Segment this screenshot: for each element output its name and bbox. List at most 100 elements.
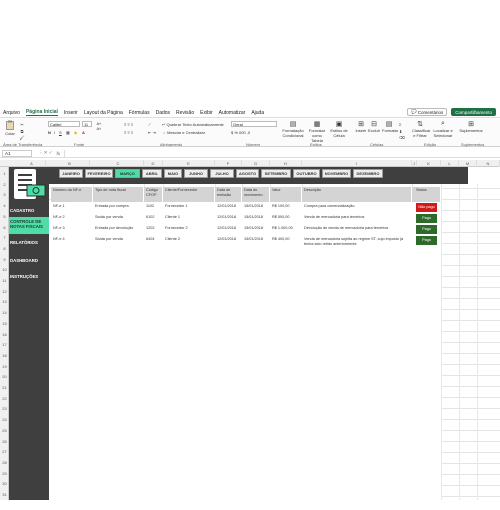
table-cell[interactable]: 1102 — [144, 203, 163, 214]
table-cell[interactable]: Devolução de venda de mercadoria para te… — [302, 225, 412, 236]
status-badge[interactable]: Pago — [416, 236, 437, 245]
tab-revisao[interactable]: Revisão — [176, 110, 194, 116]
table-cell[interactable]: NF-e 4 — [51, 236, 93, 250]
table-cell[interactable]: Entrada por compra — [93, 203, 144, 214]
sidebar-item-controle-notas[interactable]: CONTROLE DE NOTAS FISCAIS — [9, 217, 49, 234]
tab-automatizar[interactable]: Automatizar — [219, 110, 246, 116]
currency-percent-icons[interactable]: $ % 000 ,0 — [231, 130, 250, 135]
format-cells-button[interactable]: ▤ Formatar — [382, 120, 398, 133]
table-cell[interactable]: Venda de mercadoria sujeita ao regime ST… — [302, 236, 412, 250]
status-badge[interactable]: Pago — [416, 214, 437, 223]
table-cell[interactable]: Entrada por devolução — [93, 225, 144, 236]
column-header[interactable]: L — [441, 160, 459, 167]
clear-icon[interactable]: ⌫ — [399, 135, 405, 140]
row-header[interactable]: 1 — [0, 171, 9, 176]
row-header[interactable]: 29 — [0, 471, 9, 476]
status-badge[interactable]: Não pago — [416, 203, 437, 212]
tab-dados[interactable]: Dados — [156, 110, 170, 116]
row-header[interactable]: 20 — [0, 374, 9, 379]
row-header[interactable]: 8 — [0, 246, 9, 251]
sidebar-item-instrucoes[interactable]: INSTRUÇÕES — [9, 272, 49, 281]
tab-pagina-inicial[interactable]: Página Inicial — [25, 109, 58, 116]
tab-ajuda[interactable]: Ajuda — [251, 110, 264, 116]
row-header[interactable]: 10 — [0, 267, 9, 272]
font-size-select[interactable]: 11 — [82, 121, 92, 127]
delete-cells-button[interactable]: ⊟ Excluir — [368, 120, 380, 133]
row-header[interactable]: 2 — [0, 182, 9, 187]
month-tab-agosto[interactable]: AGOSTO — [236, 169, 259, 178]
row-header[interactable]: 22 — [0, 396, 9, 401]
table-cell[interactable]: 12/01/2018 — [215, 225, 242, 236]
table-cell[interactable]: Fornecedor 1 — [163, 203, 215, 214]
row-header[interactable]: 19 — [0, 364, 9, 369]
copy-icon[interactable]: ⧉ — [19, 129, 25, 134]
paste-button[interactable]: Colar — [3, 120, 17, 136]
row-header[interactable]: 5 — [0, 214, 9, 219]
table-cell[interactable]: R$ 1.000,00 — [270, 225, 302, 236]
row-header[interactable]: 27 — [0, 449, 9, 454]
format-table-button[interactable]: ▦ Formatar como Tabela — [306, 120, 328, 143]
row-header[interactable]: 7 — [0, 235, 9, 240]
table-cell[interactable]: Cliente 1 — [163, 214, 215, 225]
row-header[interactable]: 6 — [0, 225, 9, 230]
table-cell[interactable]: 6404 — [144, 236, 163, 250]
row-header[interactable]: 21 — [0, 385, 9, 390]
underline-icon[interactable]: S — [59, 130, 62, 135]
column-header[interactable]: K — [417, 160, 441, 167]
month-tab-maio[interactable]: MAIO — [164, 169, 182, 178]
fill-color-icon[interactable]: ◆ — [74, 130, 77, 135]
row-header[interactable]: 12 — [0, 289, 9, 294]
number-format-select[interactable]: Geral — [231, 121, 277, 127]
table-cell[interactable]: Saída por venda — [93, 236, 144, 250]
table-cell[interactable]: 15/01/2018 — [242, 203, 270, 214]
table-cell[interactable]: NF-e 1 — [51, 203, 93, 214]
row-header[interactable]: 28 — [0, 460, 9, 465]
row-header[interactable]: 4 — [0, 203, 9, 208]
month-tab-setembro[interactable]: SETEMBRO — [261, 169, 291, 178]
tab-inserir[interactable]: Inserir — [64, 110, 78, 116]
tab-arquivo[interactable]: Arquivo — [3, 110, 20, 116]
row-header[interactable]: 31 — [0, 492, 9, 497]
sidebar-item-dashboard[interactable]: DASHBOARD — [9, 256, 49, 265]
table-cell[interactable]: Venda de mercadoria para terceiros — [302, 214, 412, 225]
font-name-select[interactable]: Calibri — [48, 121, 80, 127]
column-header[interactable]: B — [50, 160, 90, 167]
orientation-icon[interactable]: ⟋ — [148, 122, 151, 127]
column-header[interactable]: N — [477, 160, 500, 167]
table-cell[interactable]: 1202 — [144, 225, 163, 236]
font-color-icon[interactable]: A — [82, 130, 85, 135]
table-cell[interactable]: 6102 — [144, 214, 163, 225]
table-cell[interactable]: Saída por venda — [93, 214, 144, 225]
table-cell[interactable]: Compra para comercialização — [302, 203, 412, 214]
row-header[interactable]: 14 — [0, 310, 9, 315]
month-tab-novembro[interactable]: NOVEMBRO — [322, 169, 351, 178]
table-cell[interactable]: 12/01/2018 — [215, 214, 242, 225]
row-header[interactable]: 16 — [0, 332, 9, 337]
table-cell[interactable]: R$ 400,00 — [270, 236, 302, 250]
font-grow-shrink-icon[interactable]: A˄ A˅ — [94, 121, 104, 131]
sidebar-item-relatorios[interactable]: RELATÓRIOS — [9, 238, 49, 247]
fill-icon[interactable]: ⬇ — [399, 129, 402, 134]
tab-formulas[interactable]: Fórmulas — [129, 110, 150, 116]
status-badge[interactable]: Pago — [416, 225, 437, 234]
column-header[interactable]: A — [18, 160, 46, 167]
table-cell[interactable]: NF-e 3 — [51, 225, 93, 236]
insert-cells-button[interactable]: ⊞ Inserir — [355, 120, 367, 133]
table-cell[interactable]: 12/01/2018 — [215, 203, 242, 214]
month-tab-dezembro[interactable]: DEZEMBRO — [353, 169, 383, 178]
name-box[interactable]: A1 — [2, 149, 32, 157]
comments-button[interactable]: 💬 Comentários — [407, 108, 448, 116]
table-cell[interactable]: Fornecedor 2 — [163, 225, 215, 236]
borders-icon[interactable]: ▦ — [66, 130, 70, 135]
formula-input[interactable] — [64, 149, 500, 157]
month-tab-fevereiro[interactable]: FEVEREIRO — [85, 169, 113, 178]
table-cell[interactable]: 15/01/2018 — [242, 214, 270, 225]
table-cell[interactable]: R$ 100,00 — [270, 203, 302, 214]
row-header[interactable]: 26 — [0, 439, 9, 444]
bold-icon[interactable]: N — [48, 130, 51, 135]
column-header[interactable]: C — [93, 160, 144, 167]
table-cell[interactable]: Cliente 2 — [163, 236, 215, 250]
column-header[interactable]: G — [242, 160, 270, 167]
indent-icon[interactable]: ⇤ ⇥ — [148, 130, 156, 135]
table-cell[interactable]: 15/01/2018 — [242, 225, 270, 236]
